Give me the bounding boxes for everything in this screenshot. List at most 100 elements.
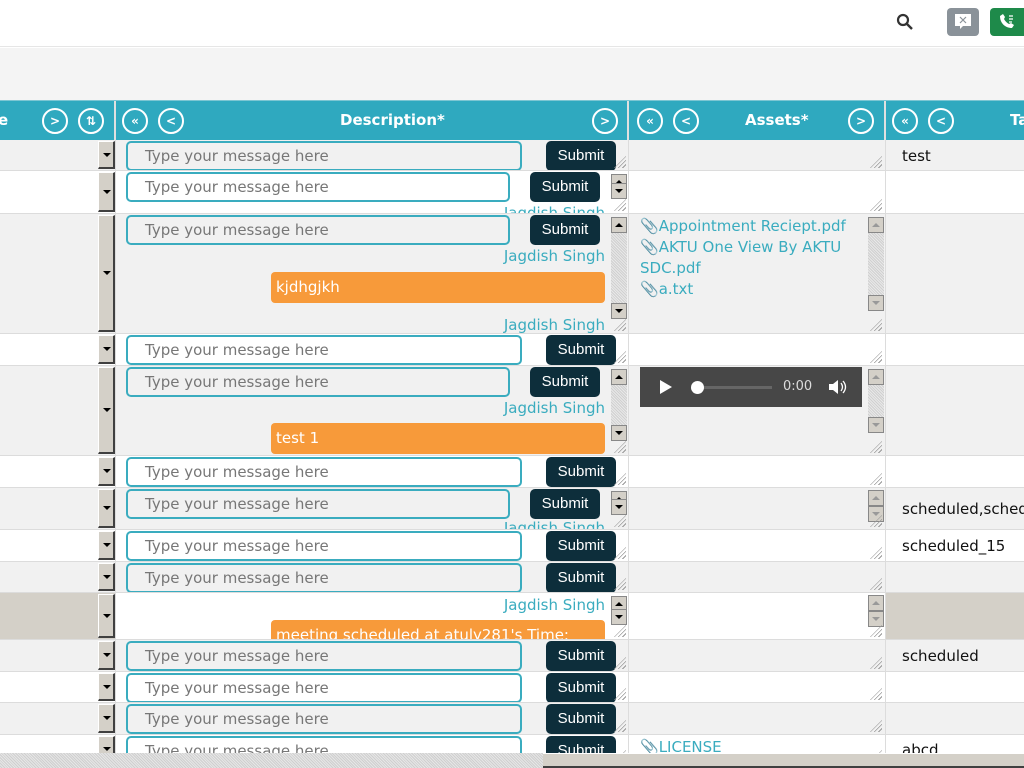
scroll-down-button[interactable] — [868, 611, 884, 627]
table-row[interactable]: Type your message here Submit — [0, 334, 1024, 366]
submit-button[interactable]: Submit — [530, 489, 600, 519]
table-row[interactable]: Type your message here Submit — [0, 562, 1024, 593]
scroll-up-button[interactable] — [611, 369, 627, 385]
first-column-button[interactable]: « — [892, 108, 918, 134]
row-expand-dropdown[interactable] — [98, 335, 115, 364]
first-column-button[interactable]: « — [637, 108, 663, 134]
description-scrollbar[interactable] — [611, 174, 627, 199]
scroll-down-button[interactable] — [611, 499, 627, 515]
row-expand-dropdown[interactable] — [98, 736, 115, 753]
row-expand-dropdown[interactable] — [98, 641, 115, 670]
table-row[interactable]: Type your message here Submit Jagdish Sing… — [0, 171, 1024, 214]
message-input[interactable]: Type your message here — [126, 641, 522, 671]
first-column-button[interactable]: « — [122, 108, 148, 134]
resize-grip[interactable] — [870, 441, 882, 453]
resize-grip[interactable] — [870, 578, 882, 590]
message-input[interactable]: Type your message here — [126, 367, 510, 397]
submit-button[interactable]: Submit — [546, 704, 616, 734]
submit-button[interactable]: Submit — [546, 335, 616, 365]
row-expand-dropdown[interactable] — [98, 457, 115, 486]
resize-grip[interactable] — [870, 688, 882, 700]
play-icon[interactable] — [660, 380, 672, 394]
message-input[interactable]: Type your message here — [126, 141, 522, 170]
scroll-up-button[interactable] — [868, 369, 884, 385]
scroll-up-button[interactable] — [868, 217, 884, 233]
audio-progress-thumb[interactable] — [691, 381, 704, 394]
resize-grip[interactable] — [870, 720, 882, 732]
table-row[interactable]: Jagdish Singh meeting scheduled at atuly2… — [0, 593, 1024, 640]
submit-button[interactable]: Submit — [546, 673, 616, 702]
message-input[interactable]: Type your message here — [126, 457, 522, 487]
scroll-down-button[interactable] — [611, 425, 627, 441]
resize-grip[interactable] — [614, 441, 626, 453]
table-row[interactable]: Type your message here Submit 📎LICENSE abcd — [0, 735, 1024, 753]
description-scrollbar[interactable] — [611, 369, 627, 441]
asset-link[interactable]: 📎a.txt — [640, 279, 855, 300]
submit-button[interactable]: Submit — [530, 172, 600, 202]
table-row[interactable]: Type your message here Submit — [0, 456, 1024, 488]
tags-header-label[interactable]: Ta — [1010, 111, 1024, 129]
resize-grip[interactable] — [870, 473, 882, 485]
description-scrollbar[interactable] — [611, 596, 627, 625]
submit-button[interactable]: Submit — [530, 367, 600, 397]
next-column-button[interactable]: > — [592, 108, 618, 134]
scroll-down-button[interactable] — [611, 183, 627, 199]
prev-column-button[interactable]: < — [928, 108, 954, 134]
submit-button[interactable]: Submit — [546, 141, 616, 170]
asset-link[interactable]: 📎AKTU One View By AKTU SDC.pdf — [640, 237, 855, 279]
asset-link[interactable]: 📎Appointment Reciept.pdf — [640, 216, 855, 237]
table-row[interactable]: Type your message here Submit Jagdish Sing… — [0, 366, 1024, 456]
submit-button[interactable]: Submit — [530, 215, 600, 245]
message-input[interactable]: Type your message here — [126, 673, 522, 702]
row-expand-dropdown[interactable] — [98, 367, 115, 454]
message-input[interactable]: Type your message here — [126, 563, 522, 592]
scroll-down-button[interactable] — [868, 417, 884, 433]
call-log-button[interactable] — [990, 8, 1024, 36]
horizontal-scroll-thumb[interactable] — [543, 753, 1024, 768]
assets-scrollbar[interactable] — [868, 217, 884, 311]
row-expand-dropdown[interactable] — [98, 531, 115, 560]
resize-grip[interactable] — [870, 547, 882, 559]
scroll-up-button[interactable] — [611, 217, 627, 233]
table-row[interactable]: Type your message here Submit scheduled — [0, 640, 1024, 672]
row-expand-dropdown[interactable] — [98, 594, 115, 638]
row-expand-dropdown[interactable] — [98, 563, 115, 591]
assets-scrollbar[interactable] — [868, 369, 884, 433]
message-input[interactable]: Type your message here — [126, 215, 510, 245]
next-column-button[interactable]: > — [42, 108, 68, 134]
message-input[interactable]: Type your message here — [126, 335, 522, 365]
row-expand-dropdown[interactable] — [98, 215, 115, 332]
dismiss-chat-button[interactable] — [947, 8, 979, 36]
search-icon[interactable] — [896, 13, 914, 31]
resize-grip[interactable] — [870, 199, 882, 211]
scroll-up-button[interactable] — [868, 490, 884, 506]
audio-progress-track[interactable] — [692, 386, 772, 389]
submit-button[interactable]: Submit — [546, 736, 616, 753]
scroll-down-button[interactable] — [611, 609, 627, 625]
next-column-button[interactable]: > — [848, 108, 874, 134]
resize-grip[interactable] — [614, 199, 626, 211]
message-input[interactable]: Type your message here — [126, 531, 522, 561]
table-row[interactable]: Type your message here Submit test — [0, 140, 1024, 171]
prev-column-button[interactable]: < — [673, 108, 699, 134]
scroll-up-button[interactable] — [868, 595, 884, 611]
table-row[interactable]: Type your message here Submit Jagdish Sing… — [0, 214, 1024, 334]
description-scrollbar[interactable] — [611, 491, 627, 515]
message-input[interactable]: Type your message here — [126, 736, 522, 753]
message-input[interactable]: Type your message here — [126, 489, 510, 519]
description-header-label[interactable]: Description* — [340, 111, 445, 129]
row-expand-dropdown[interactable] — [98, 704, 115, 733]
submit-button[interactable]: Submit — [546, 641, 616, 671]
table-row[interactable]: Type your message here Submit Jagdish Sing… — [0, 488, 1024, 530]
horizontal-scrollbar[interactable] — [0, 753, 1024, 768]
table-row[interactable]: Type your message here Submit — [0, 703, 1024, 735]
scroll-down-button[interactable] — [611, 303, 627, 319]
submit-button[interactable]: Submit — [546, 457, 616, 487]
row-expand-dropdown[interactable] — [98, 141, 115, 169]
table-row[interactable]: Type your message here Submit scheduled_15 — [0, 530, 1024, 562]
message-input[interactable]: Type your message here — [126, 704, 522, 734]
assets-header-label[interactable]: Assets* — [745, 111, 809, 129]
resize-grip[interactable] — [870, 319, 882, 331]
assets-scrollbar[interactable] — [868, 595, 884, 627]
submit-button[interactable]: Submit — [546, 531, 616, 561]
